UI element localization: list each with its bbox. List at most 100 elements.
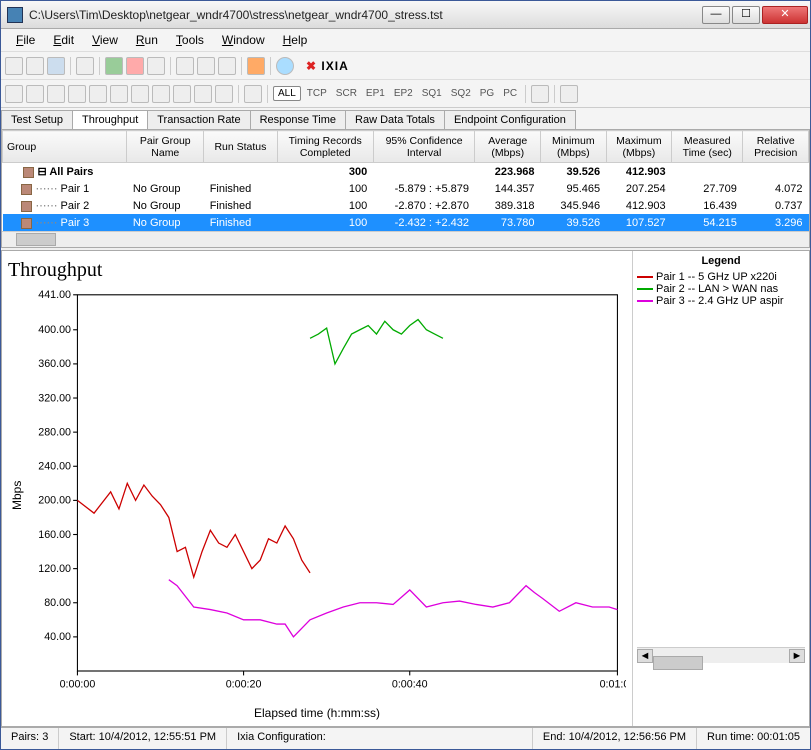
col-runstatus[interactable]: Run Status	[204, 131, 277, 163]
legend-item[interactable]: Pair 1 -- 5 GHz UP x220i	[637, 271, 805, 283]
f13-icon[interactable]	[531, 85, 549, 103]
legend-item[interactable]: Pair 3 -- 2.4 GHz UP aspir	[637, 295, 805, 307]
col-max[interactable]: Maximum (Mbps)	[606, 131, 672, 163]
filter-sq2[interactable]: SQ2	[448, 88, 474, 99]
x-axis-label: Elapsed time (h:mm:ss)	[8, 706, 626, 720]
stop-icon[interactable]	[126, 57, 144, 75]
f8-icon[interactable]	[152, 85, 170, 103]
f2-icon[interactable]	[26, 85, 44, 103]
app-icon	[7, 7, 23, 23]
f10-icon[interactable]	[194, 85, 212, 103]
chart-area: Throughput Mbps 40.0080.00120.00160.0020…	[1, 250, 810, 727]
filter-pc[interactable]: PC	[500, 88, 520, 99]
menubar: File Edit View Run Tools Window Help	[1, 29, 810, 51]
grid-scrollbar[interactable]	[2, 231, 809, 247]
svg-text:160.00: 160.00	[38, 529, 71, 541]
f11-icon[interactable]	[215, 85, 233, 103]
paste-icon[interactable]	[218, 57, 236, 75]
chart-plot: 40.0080.00120.00160.00200.00240.00280.00…	[26, 286, 626, 704]
f9-icon[interactable]	[173, 85, 191, 103]
svg-text:0:00:40: 0:00:40	[392, 678, 428, 690]
menu-edit[interactable]: Edit	[44, 31, 83, 49]
col-rp[interactable]: Relative Precision	[743, 131, 809, 163]
summary-row[interactable]: ⊟ All Pairs 300 223.96839.526412.903	[3, 163, 809, 181]
col-trc[interactable]: Timing Records Completed	[277, 131, 373, 163]
col-pairgroup[interactable]: Pair Group Name	[127, 131, 204, 163]
add-icon[interactable]	[176, 57, 194, 75]
svg-text:0:00:20: 0:00:20	[226, 678, 262, 690]
print-icon[interactable]	[76, 57, 94, 75]
col-group[interactable]: Group	[3, 131, 127, 163]
f1-icon[interactable]	[5, 85, 23, 103]
menu-tools[interactable]: Tools	[167, 31, 213, 49]
y-axis-label: Mbps	[8, 286, 26, 704]
svg-text:120.00: 120.00	[38, 563, 71, 575]
svg-text:280.00: 280.00	[38, 426, 71, 438]
table-row[interactable]: ⋯⋯ Pair 1 No GroupFinished 100-5.879 : +…	[3, 180, 809, 197]
legend-item[interactable]: Pair 2 -- LAN > WAN nas	[637, 283, 805, 295]
tab-response-time[interactable]: Response Time	[250, 110, 346, 129]
results-grid: Group Pair Group Name Run Status Timing …	[1, 129, 810, 248]
status-end: End: 10/4/2012, 12:56:56 PM	[533, 728, 697, 749]
save-icon[interactable]	[47, 57, 65, 75]
menu-run[interactable]: Run	[127, 31, 167, 49]
info-icon[interactable]	[276, 57, 294, 75]
f7-icon[interactable]	[131, 85, 149, 103]
filter-scr[interactable]: SCR	[333, 88, 360, 99]
tab-endpoint-config[interactable]: Endpoint Configuration	[444, 110, 576, 129]
col-mt[interactable]: Measured Time (sec)	[672, 131, 743, 163]
tab-transaction-rate[interactable]: Transaction Rate	[147, 110, 250, 129]
svg-text:441.00: 441.00	[38, 289, 71, 301]
tab-raw-data[interactable]: Raw Data Totals	[345, 110, 445, 129]
menu-window[interactable]: Window	[213, 31, 274, 49]
filter-sq1[interactable]: SQ1	[419, 88, 445, 99]
app-window: C:\Users\Tim\Desktop\netgear_wndr4700\st…	[0, 0, 811, 750]
f6-icon[interactable]	[110, 85, 128, 103]
col-min[interactable]: Minimum (Mbps)	[541, 131, 607, 163]
maximize-button[interactable]: ☐	[732, 6, 760, 24]
svg-text:80.00: 80.00	[44, 597, 71, 609]
titlebar: C:\Users\Tim\Desktop\netgear_wndr4700\st…	[1, 1, 810, 29]
f4-icon[interactable]	[68, 85, 86, 103]
table-row[interactable]: ⋯⋯ Pair 3 No GroupFinished 100-2.432 : +…	[3, 214, 809, 231]
tab-throughput[interactable]: Throughput	[72, 110, 148, 129]
menu-file[interactable]: File	[7, 31, 44, 49]
tool-icon[interactable]	[247, 57, 265, 75]
f14-icon[interactable]	[560, 85, 578, 103]
col-ci[interactable]: 95% Confidence Interval	[373, 131, 475, 163]
result-tabs: Test Setup Throughput Transaction Rate R…	[1, 107, 810, 129]
open-icon[interactable]	[26, 57, 44, 75]
legend-scrollbar[interactable]: ◄►	[637, 647, 805, 663]
svg-text:200.00: 200.00	[38, 495, 71, 507]
col-avg[interactable]: Average (Mbps)	[475, 131, 541, 163]
svg-text:320.00: 320.00	[38, 392, 71, 404]
svg-text:0:01:05: 0:01:05	[600, 678, 626, 690]
close-button[interactable]: ✕	[762, 6, 808, 24]
svg-text:400.00: 400.00	[38, 324, 71, 336]
filter-tcp[interactable]: TCP	[304, 88, 330, 99]
toolbar-main: ✖ IXIA	[1, 51, 810, 79]
menu-view[interactable]: View	[83, 31, 127, 49]
table-row[interactable]: ⋯⋯ Pair 2 No GroupFinished 100-2.870 : +…	[3, 197, 809, 214]
tab-test-setup[interactable]: Test Setup	[1, 110, 73, 129]
status-ixia: Ixia Configuration:	[227, 728, 533, 749]
chart-title: Throughput	[8, 259, 626, 282]
filter-ep1[interactable]: EP1	[363, 88, 388, 99]
f12-icon[interactable]	[244, 85, 262, 103]
filter-all-button[interactable]: ALL	[273, 86, 301, 101]
run-icon[interactable]	[105, 57, 123, 75]
minimize-button[interactable]: —	[702, 6, 730, 24]
new-icon[interactable]	[5, 57, 23, 75]
menu-help[interactable]: Help	[274, 31, 317, 49]
copy-icon[interactable]	[197, 57, 215, 75]
legend-title: Legend	[637, 255, 805, 267]
filter-ep2[interactable]: EP2	[391, 88, 416, 99]
status-pairs: Pairs: 3	[1, 728, 59, 749]
f3-icon[interactable]	[47, 85, 65, 103]
legend-panel: Legend Pair 1 -- 5 GHz UP x220i Pair 2 -…	[632, 251, 809, 726]
status-start: Start: 10/4/2012, 12:55:51 PM	[59, 728, 227, 749]
f5-icon[interactable]	[89, 85, 107, 103]
svg-text:240.00: 240.00	[38, 460, 71, 472]
filter-pg[interactable]: PG	[477, 88, 497, 99]
pause-icon[interactable]	[147, 57, 165, 75]
